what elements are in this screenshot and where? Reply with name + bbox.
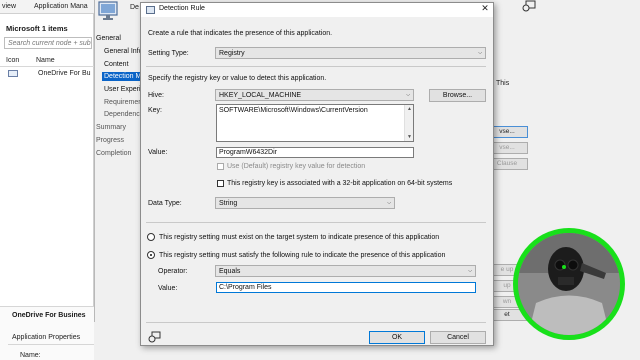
browse-button[interactable]: Browse... [429, 89, 486, 102]
separator [146, 322, 486, 323]
intro-text: Create a rule that indicates the presenc… [148, 30, 333, 37]
breadcrumb-view[interactable]: view [2, 3, 16, 10]
is-32bit-label: This registry key is associated with a 3… [227, 180, 453, 187]
value-label: Value: [148, 149, 168, 156]
use-default-label: Use (Default) registry key value for det… [227, 163, 366, 170]
wizard-title: De [130, 4, 139, 11]
header-divider [0, 66, 94, 67]
details-name-label: Name: [20, 352, 41, 359]
wizard-nav-progress[interactable]: Progress [96, 137, 124, 144]
wizard-nav-general: General [96, 35, 121, 42]
use-default-checkbox[interactable] [217, 163, 224, 170]
wizard-nav-completion[interactable]: Completion [96, 150, 131, 157]
data-type-select[interactable]: String ⌵ [215, 197, 395, 209]
application-row-icon [8, 70, 18, 77]
wizard-hint-text: This [496, 80, 510, 87]
key-textarea[interactable]: SOFTWARE\Microsoft\Windows\CurrentVersio… [216, 104, 414, 142]
setting-type-label: Setting Type: [148, 50, 189, 57]
data-type-value: String [219, 200, 238, 207]
pane-title: Microsoft 1 items [6, 24, 68, 33]
column-header-icon[interactable]: Icon [6, 57, 19, 64]
separator [146, 66, 486, 67]
radio-must-exist[interactable] [147, 233, 155, 241]
wizard-nav-general-info[interactable]: General Info [104, 48, 143, 55]
webcam-overlay [513, 228, 625, 340]
chevron-down-icon: ⌵ [387, 200, 391, 206]
scroll-down-icon[interactable]: ▼ [406, 134, 413, 140]
computer-monitor-icon [96, 0, 124, 24]
details-app-name: OneDrive For Busines [12, 312, 86, 319]
details-properties-heading: Application Properties [12, 334, 81, 341]
rule-value-field[interactable]: C:\Program Files [216, 282, 476, 293]
ok-button[interactable]: OK [369, 331, 425, 344]
radio-satisfy-rule-label: This registry setting must satisfy the f… [159, 252, 446, 259]
setting-type-select[interactable]: Registry ⌵ [215, 47, 486, 59]
operator-label: Operator: [158, 268, 188, 275]
radio-satisfy-rule[interactable] [147, 251, 155, 259]
key-scrollbar[interactable]: ▲ ▼ [404, 105, 413, 141]
key-label: Key: [148, 107, 163, 114]
setting-type-value: Registry [219, 50, 245, 57]
wizard-nav-summary[interactable]: Summary [96, 124, 126, 131]
operator-select[interactable]: Equals ⌵ [215, 265, 476, 277]
wizard-nav-content[interactable]: Content [104, 61, 129, 68]
cancel-button[interactable]: Cancel [430, 331, 486, 344]
close-icon[interactable]: ✕ [478, 2, 492, 14]
data-type-label: Data Type: [148, 200, 182, 207]
chevron-down-icon: ⌵ [468, 268, 472, 274]
hive-value: HKEY_LOCAL_MACHINE [219, 92, 302, 99]
rule-value-label: Value: [158, 285, 178, 292]
wizard-nav-requirements[interactable]: Requiremer [104, 99, 141, 106]
chevron-down-icon: ⌵ [478, 50, 482, 56]
radio-must-exist-label: This registry setting must exist on the … [159, 234, 440, 241]
feedback-smile-icon[interactable] [522, 0, 536, 12]
key-value: SOFTWARE\Microsoft\Windows\CurrentVersio… [219, 107, 368, 114]
specify-text: Specify the registry key or value to det… [148, 75, 327, 82]
hive-label: Hive: [148, 92, 164, 99]
details-divider [8, 344, 94, 345]
wizard-nav-dependencies[interactable]: Dependenc [104, 111, 140, 118]
dialog-title: Detection Rule [159, 5, 205, 12]
window-icon [146, 6, 155, 14]
table-row[interactable]: OneDrive For Bu [38, 70, 91, 77]
wizard-nav-detection-method[interactable]: Detection M [102, 72, 144, 81]
scroll-up-icon[interactable]: ▲ [406, 106, 413, 112]
operator-value: Equals [219, 268, 241, 275]
is-32bit-checkbox[interactable] [217, 180, 224, 187]
wizard-nav-user-experience[interactable]: User Experie [104, 86, 144, 93]
chevron-down-icon: ⌵ [406, 92, 410, 98]
breadcrumb-application-management[interactable]: Application Mana [34, 3, 88, 10]
column-header-name[interactable]: Name [36, 57, 55, 64]
hive-select[interactable]: HKEY_LOCAL_MACHINE ⌵ [215, 89, 414, 101]
feedback-smile-icon[interactable] [148, 331, 161, 343]
search-input[interactable]: Search current node + sub [4, 37, 92, 49]
separator [146, 222, 486, 223]
value-field[interactable]: ProgramW6432Dir [216, 147, 414, 158]
radio-selected-dot [150, 254, 152, 256]
